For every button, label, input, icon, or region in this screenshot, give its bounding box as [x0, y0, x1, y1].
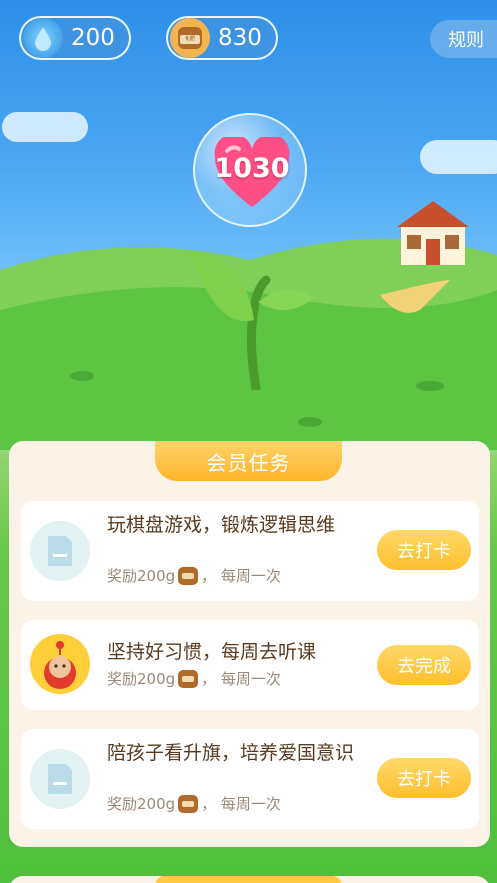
heart-value: 1030 [214, 153, 290, 184]
water-count: 200 [71, 25, 115, 51]
check-in-button[interactable]: 去打卡 [377, 530, 471, 570]
monkey-mascot-icon [30, 634, 90, 694]
water-counter[interactable]: 200 [19, 16, 131, 60]
reward-amount: 奖励200g [107, 670, 176, 688]
reward-frequency: ， 每周一次 [201, 670, 281, 688]
document-icon [30, 749, 90, 809]
farm-game-screen: 200 化肥 830 规则 1030 会员任务 玩棋盘游戏，锻炼逻辑思维 奖励2… [0, 0, 497, 883]
task-title: 坚持好习惯，每周去听课 [107, 641, 317, 663]
task-reward: 奖励200g ， 每周一次 [107, 793, 281, 814]
task-card: 陪孩子看升旗，培养爱国意识 奖励200g ， 每周一次 去打卡 [21, 729, 479, 829]
house-icon[interactable] [393, 199, 473, 269]
fertilizer-bag-icon [178, 669, 199, 688]
task-title: 玩棋盘游戏，锻炼逻辑思维 [107, 514, 336, 536]
sapling-icon[interactable] [186, 240, 316, 390]
rules-button[interactable]: 规则 [430, 20, 497, 58]
document-icon [30, 521, 90, 581]
cloud-right [420, 140, 497, 174]
water-drop-icon [23, 18, 63, 58]
complete-button[interactable]: 去完成 [377, 645, 471, 685]
next-panel-tab [155, 876, 342, 883]
task-reward: 奖励200g ， 每周一次 [107, 668, 281, 689]
heart-bubble[interactable]: 1030 [193, 113, 307, 227]
fertilizer-counter[interactable]: 化肥 830 [166, 16, 278, 60]
task-title: 陪孩子看升旗，培养爱国意识 [107, 742, 355, 764]
check-in-button[interactable]: 去打卡 [377, 758, 471, 798]
task-reward: 奖励200g ， 每周一次 [107, 565, 281, 586]
fertilizer-bag-icon [178, 794, 199, 813]
task-card: 坚持好习惯，每周去听课 奖励200g ， 每周一次 去完成 [21, 620, 479, 710]
reward-amount: 奖励200g [107, 795, 176, 813]
reward-frequency: ， 每周一次 [201, 567, 281, 585]
fertilizer-bag-label: 化肥 [180, 35, 200, 44]
cloud-left [2, 112, 88, 142]
task-card: 玩棋盘游戏，锻炼逻辑思维 奖励200g ， 每周一次 去打卡 [21, 501, 479, 601]
reward-frequency: ， 每周一次 [201, 795, 281, 813]
fertilizer-count: 830 [218, 25, 262, 51]
tasks-section-title: 会员任务 [155, 441, 342, 481]
fertilizer-bag-icon: 化肥 [170, 18, 210, 58]
rules-label: 规则 [448, 30, 484, 51]
fertilizer-bag-icon [178, 566, 199, 585]
reward-amount: 奖励200g [107, 567, 176, 585]
